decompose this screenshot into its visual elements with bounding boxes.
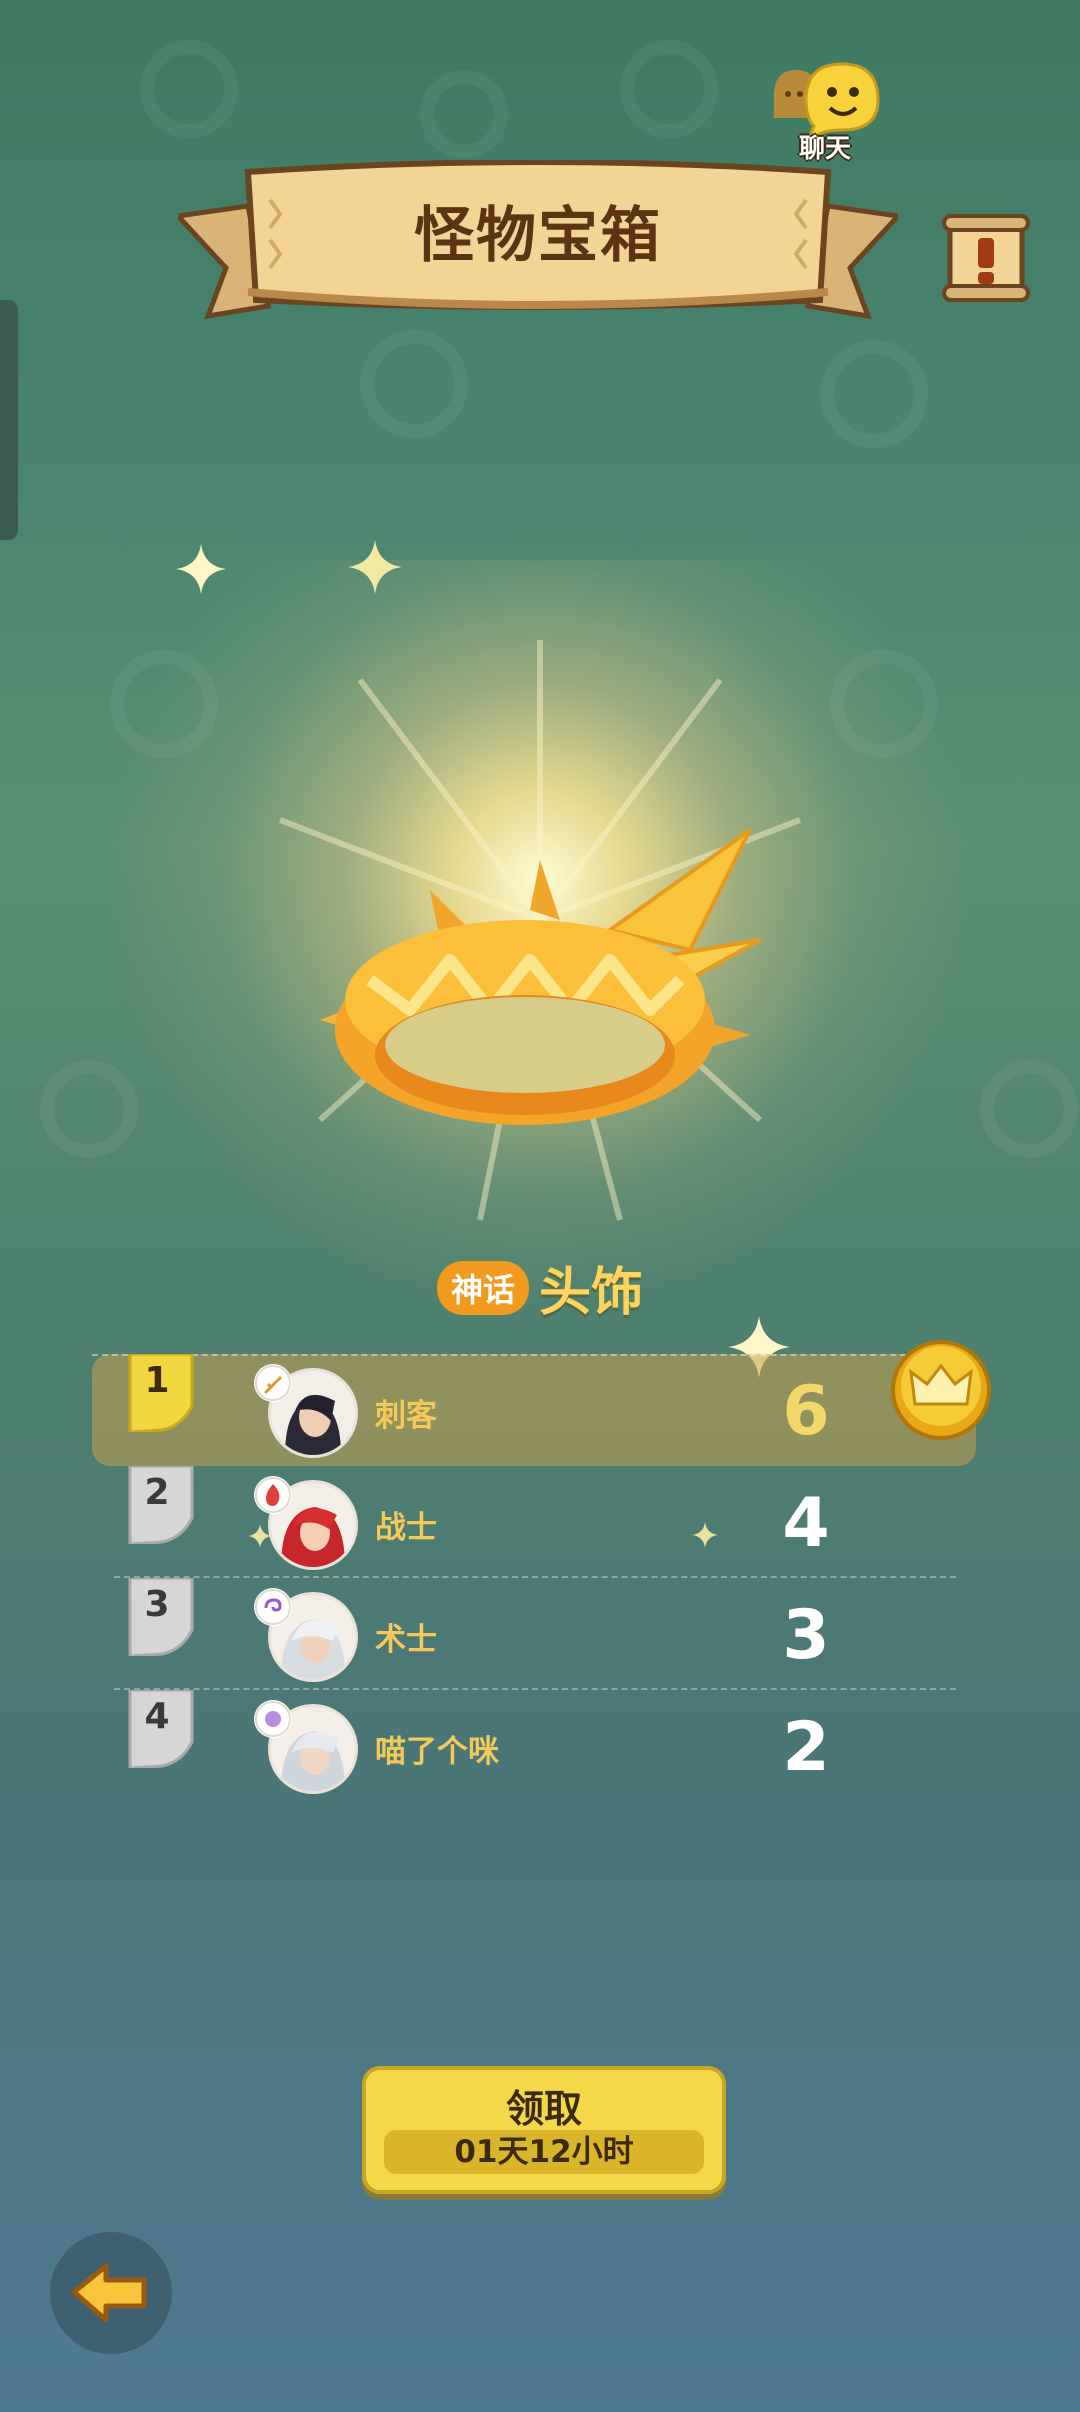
headband-item-icon <box>320 828 761 1125</box>
player-name: 刺客 <box>375 1398 437 1434</box>
side-drawer-handle[interactable] <box>0 300 18 540</box>
info-button[interactable] <box>942 212 1030 304</box>
item-name: 头饰 <box>539 1263 644 1323</box>
player-score: 3 <box>782 1596 830 1675</box>
item-title: 神话 头饰 <box>0 1250 1080 1325</box>
player-name: 战士 <box>375 1510 437 1546</box>
rarity-badge: 神话 <box>436 1260 529 1315</box>
player-score: 2 <box>782 1708 830 1787</box>
player-name: 术士 <box>375 1622 437 1658</box>
claim-label: 领取 <box>505 2087 582 2131</box>
swirl-icon <box>254 1588 292 1626</box>
claim-timer: 01天12小时 <box>384 2130 704 2174</box>
player-name: 喵了个咪 <box>375 1734 499 1770</box>
back-button[interactable] <box>50 2232 172 2354</box>
player-score: 6 <box>782 1372 830 1451</box>
back-arrow-icon <box>71 2263 147 2323</box>
player-score: 4 <box>782 1484 830 1563</box>
exclamation-scroll-icon <box>942 214 1030 302</box>
rank-number: 3 <box>144 1584 170 1625</box>
rank-number: 4 <box>144 1696 170 1737</box>
ranking-row[interactable]: 4 喵了个咪 2 <box>92 1690 976 1802</box>
chat-button[interactable]: 聊天 <box>770 62 880 164</box>
ranking-row[interactable]: 2 战士 4 <box>92 1466 976 1578</box>
title-banner: 怪物宝箱 <box>178 160 898 320</box>
orb-icon <box>254 1700 292 1738</box>
claim-button[interactable]: 领取 01天12小时 <box>362 2066 726 2194</box>
page-title: 怪物宝箱 <box>414 200 662 271</box>
ranking-row[interactable]: 3 术士 3 <box>92 1578 976 1690</box>
dagger-icon <box>254 1364 292 1402</box>
fire-icon <box>254 1476 292 1514</box>
sparkle-icon <box>176 544 226 594</box>
ranking-row[interactable]: 1 刺客 6 <box>92 1340 991 1466</box>
ranking-list: 1 刺客 6 2 战士 4 3 术士 3 4 喵了个咪 2 <box>92 1340 991 1802</box>
sparkle-icon <box>348 540 402 594</box>
rank-number: 2 <box>144 1472 170 1513</box>
crown-icon <box>891 1340 991 1440</box>
rank-number: 1 <box>144 1360 170 1401</box>
